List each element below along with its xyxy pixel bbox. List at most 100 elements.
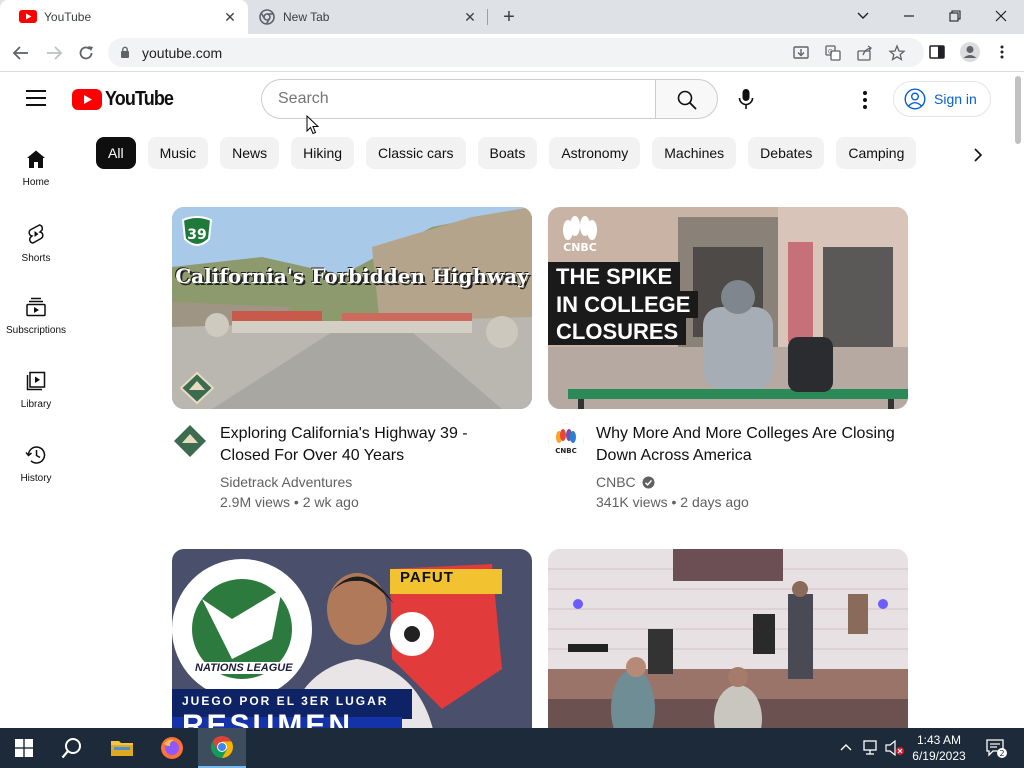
side-panel-icon[interactable] — [928, 43, 946, 61]
browser-tabstrip: YouTube ✕ New Tab ✕ + — [0, 0, 1024, 34]
start-button[interactable] — [0, 728, 48, 768]
address-bar[interactable]: youtube.com G — [108, 38, 924, 67]
video-thumbnail[interactable]: CNBC THE SPIKE IN COLLEGE CLOSURES — [548, 207, 908, 409]
close-window-icon[interactable] — [988, 4, 1014, 28]
thumbnail-title-text: California's Forbidden Highway — [175, 264, 529, 288]
chip-all[interactable]: All — [96, 137, 136, 169]
sidebar-item-home[interactable]: Home — [0, 149, 72, 188]
chip-machines[interactable]: Machines — [652, 137, 737, 169]
chip-news[interactable]: News — [220, 137, 280, 169]
windows-taskbar: 1:43 AM 6/19/2023 2 — [0, 728, 1024, 768]
video-stats: 341K views • 2 days ago — [596, 494, 749, 510]
video-thumbnail[interactable] — [548, 549, 908, 728]
video-thumbnail[interactable]: 39 California's Forbidden Highway — [172, 207, 532, 409]
clock-time: 1:43 AM — [916, 733, 962, 747]
chip-classic-cars[interactable]: Classic cars — [366, 137, 466, 169]
tab-separator — [487, 9, 488, 25]
taskbar-search-button[interactable] — [48, 728, 96, 768]
shorts-icon — [28, 224, 44, 244]
taskbar-file-explorer[interactable] — [98, 728, 146, 768]
chips-fade — [930, 137, 970, 171]
reload-icon[interactable] — [75, 42, 97, 64]
home-icon — [27, 150, 45, 168]
restore-icon[interactable] — [942, 4, 968, 28]
sidebar-item-library[interactable]: Library — [0, 371, 72, 410]
search-box[interactable] — [261, 79, 656, 119]
sidebar-item-label: Library — [20, 399, 52, 410]
chip-boats[interactable]: Boats — [477, 137, 538, 169]
sidebar-item-shorts[interactable]: Shorts — [0, 223, 72, 264]
history-icon — [25, 446, 46, 464]
taskbar-clock[interactable]: 1:43 AM 6/19/2023 — [906, 732, 972, 764]
taskbar-chrome[interactable] — [198, 728, 246, 768]
video-thumbnail[interactable]: PAFUT NATIONS LEAGUE JUEGO POR EL 3ER LU… — [172, 549, 532, 728]
league-text: NATIONS LEAGUE — [192, 662, 296, 674]
network-icon[interactable] — [862, 740, 880, 756]
channel-name[interactable]: Sidetrack Adventures — [220, 474, 352, 490]
cnbc-peacock-logo-icon: CNBC — [563, 216, 597, 253]
install-app-icon[interactable] — [792, 44, 810, 62]
clock-date: 6/19/2023 — [912, 749, 966, 763]
tab-new-tab[interactable]: New Tab ✕ — [248, 0, 488, 34]
search-input[interactable] — [278, 80, 638, 118]
sidebar-item-subscriptions[interactable]: Subscriptions — [0, 297, 72, 336]
action-center-button[interactable]: 2 — [976, 728, 1016, 768]
lock-icon[interactable] — [120, 46, 130, 59]
channel-avatar[interactable]: CNBC — [548, 423, 584, 459]
close-tab-icon[interactable]: ✕ — [222, 9, 238, 25]
voice-search-button[interactable] — [727, 80, 765, 118]
youtube-favicon-icon — [19, 10, 37, 23]
chrome-menu-icon[interactable] — [993, 43, 1011, 61]
taskbar-firefox[interactable] — [148, 728, 196, 768]
forward-icon[interactable] — [43, 42, 65, 64]
channel-watermark-icon — [180, 372, 214, 404]
new-tab-button[interactable]: + — [498, 7, 520, 27]
thumbnail-badge-text: PAFUT — [400, 569, 454, 586]
thumbnail-highway-image — [172, 207, 532, 409]
search-icon — [61, 738, 81, 759]
page-scrollbar[interactable] — [1012, 72, 1024, 728]
sidebar-item-history[interactable]: History — [0, 445, 72, 484]
tab-youtube[interactable]: YouTube ✕ — [0, 0, 248, 34]
guide-menu-icon[interactable] — [26, 90, 46, 106]
thumbnail-big-text: RESUMEN — [182, 709, 354, 728]
translate-icon[interactable]: G — [824, 44, 842, 62]
scrollbar-thumb[interactable] — [1015, 76, 1021, 144]
volume-muted-icon[interactable] — [885, 740, 905, 756]
chip-debates[interactable]: Debates — [748, 137, 825, 169]
video-title[interactable]: Exploring California's Highway 39 - Clos… — [220, 423, 520, 467]
chrome-favicon-icon — [259, 9, 275, 25]
bookmark-star-icon[interactable] — [888, 44, 906, 62]
youtube-logo-icon — [72, 88, 102, 110]
verified-check-icon — [642, 476, 655, 488]
chevron-right-icon[interactable] — [966, 143, 990, 167]
channel-avatar[interactable] — [172, 423, 208, 459]
notification-count: 2 — [999, 749, 1004, 758]
search-button[interactable] — [655, 79, 718, 119]
chip-hiking[interactable]: Hiking — [291, 137, 355, 169]
chip-astronomy[interactable]: Astronomy — [549, 137, 641, 169]
channel-name-row[interactable]: CNBC — [596, 474, 655, 490]
sign-in-button[interactable]: Sign in — [893, 81, 991, 117]
video-title[interactable]: Why More And More Colleges Are Closing D… — [596, 423, 896, 467]
headline-line-1: THE SPIKE — [548, 262, 681, 291]
share-icon[interactable] — [856, 44, 874, 62]
search-icon — [677, 90, 697, 110]
tab-title: New Tab — [283, 10, 330, 24]
chip-camping[interactable]: Camping — [836, 137, 917, 169]
back-icon[interactable] — [10, 42, 32, 64]
youtube-logo[interactable]: YouTube — [72, 88, 181, 110]
browser-toolbar: youtube.com G — [0, 34, 1024, 72]
tab-search-chevron-icon[interactable] — [850, 4, 876, 28]
youtube-header: YouTube Sign in — [0, 72, 1012, 128]
minimize-icon[interactable] — [896, 4, 922, 28]
profile-avatar-icon[interactable] — [959, 41, 981, 63]
channel-name[interactable]: CNBC — [596, 474, 636, 490]
more-settings-icon[interactable] — [850, 85, 880, 115]
close-tab-icon[interactable]: ✕ — [462, 9, 478, 25]
chip-music[interactable]: Music — [147, 137, 209, 169]
thumbnail-subtitle: JUEGO POR EL 3ER LUGAR — [182, 694, 389, 708]
mouse-cursor-icon — [306, 115, 320, 135]
sidebar-item-label: Home — [22, 177, 50, 188]
show-hidden-icons-chevron-icon[interactable] — [840, 742, 852, 752]
